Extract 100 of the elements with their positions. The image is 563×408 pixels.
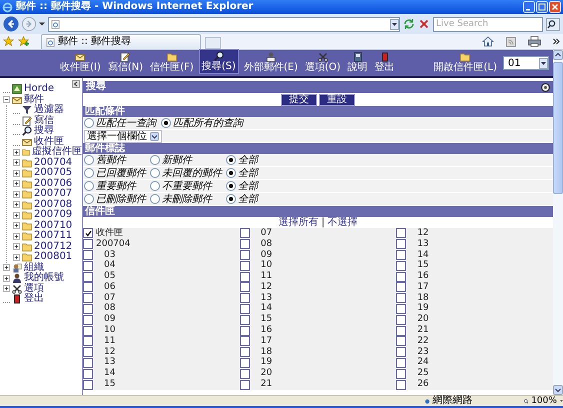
address-field[interactable] <box>48 16 400 32</box>
checkbox[interactable] <box>240 239 250 250</box>
radio-button[interactable] <box>226 194 236 204</box>
checkbox[interactable] <box>83 368 93 379</box>
checkbox[interactable] <box>83 272 93 282</box>
checkbox[interactable] <box>396 260 406 271</box>
checkbox[interactable] <box>83 336 93 346</box>
sidebar-item[interactable]: 200707 <box>34 189 72 200</box>
checkbox[interactable] <box>240 336 250 346</box>
nav-item[interactable]: 信件匣(F) <box>148 51 196 74</box>
radio-button[interactable] <box>150 168 160 178</box>
sidebar-item[interactable]: 200706 <box>34 178 72 189</box>
checkbox[interactable] <box>83 239 93 250</box>
checkbox[interactable] <box>240 293 250 304</box>
checkbox[interactable] <box>240 380 250 390</box>
checkbox[interactable] <box>396 239 406 250</box>
checkbox[interactable] <box>240 347 250 358</box>
add-favorite-icon[interactable] <box>18 36 29 47</box>
checkbox[interactable] <box>83 326 93 336</box>
sidebar-item[interactable]: 200712 <box>34 242 72 252</box>
chevron-icon[interactable] <box>553 38 560 45</box>
radio-button[interactable] <box>161 118 171 128</box>
checkbox[interactable] <box>396 282 406 292</box>
checkbox[interactable] <box>396 380 406 390</box>
collapse-icon[interactable] <box>72 80 80 88</box>
minimize-button[interactable] <box>523 1 535 13</box>
checkbox[interactable] <box>240 326 250 336</box>
nav-item[interactable]: 寫信(N) <box>106 51 146 74</box>
radio-button[interactable] <box>150 155 160 165</box>
tree-toggle[interactable] <box>13 232 20 240</box>
tree-toggle[interactable] <box>3 274 10 282</box>
radio-button[interactable] <box>150 194 160 204</box>
select-all-link[interactable]: 選擇所有 <box>278 217 318 228</box>
dropdown-button[interactable] <box>390 18 399 30</box>
checkbox[interactable] <box>396 336 406 346</box>
browser-tab[interactable]: 郵件 :: 郵件搜尋 <box>41 34 201 49</box>
radio-button[interactable] <box>84 118 94 128</box>
checkbox[interactable] <box>83 358 93 368</box>
scroll-up-icon[interactable] <box>553 50 563 60</box>
checkbox[interactable] <box>396 228 406 238</box>
sidebar-item[interactable]: 200704 <box>34 158 72 168</box>
checkbox[interactable] <box>240 314 250 325</box>
sidebar-item[interactable]: 選項 <box>24 284 44 294</box>
search-field[interactable]: Live Search <box>433 16 543 32</box>
nav-item[interactable]: 說明 <box>346 51 370 74</box>
checkbox[interactable] <box>396 368 406 379</box>
scroll-thumb[interactable] <box>553 62 563 194</box>
checkbox[interactable] <box>396 347 406 358</box>
radio-button[interactable] <box>84 194 94 204</box>
nav-item[interactable]: 收件匣(I) <box>58 51 103 74</box>
sidebar-item[interactable]: 收件匣 <box>34 136 64 147</box>
maximize-button[interactable] <box>536 1 548 13</box>
tree-toggle[interactable] <box>13 212 20 219</box>
tree-toggle[interactable] <box>3 96 10 104</box>
star-icon[interactable] <box>3 36 14 47</box>
checkbox[interactable] <box>240 250 250 260</box>
sidebar-item[interactable]: Horde <box>24 84 54 94</box>
tree-toggle[interactable] <box>13 148 20 156</box>
radio-button[interactable] <box>226 168 236 178</box>
tree-toggle[interactable] <box>13 222 20 230</box>
stop-button[interactable] <box>418 18 430 30</box>
sidebar-item[interactable]: 200710 <box>34 220 72 231</box>
help-icon[interactable] <box>541 82 550 92</box>
checkbox[interactable] <box>396 272 406 282</box>
checkbox[interactable] <box>240 304 250 314</box>
sidebar-item[interactable]: 組織 <box>24 262 44 273</box>
sidebar-item[interactable]: 200705 <box>34 168 72 178</box>
zoom-level[interactable]: 100% <box>531 396 557 406</box>
tree-toggle[interactable] <box>13 159 20 166</box>
radio-button[interactable] <box>84 181 94 191</box>
checkbox[interactable] <box>240 368 250 379</box>
radio-button[interactable] <box>226 155 236 165</box>
zoom-icon[interactable] <box>524 396 528 406</box>
feeds-icon[interactable] <box>506 36 516 46</box>
caret-icon[interactable] <box>39 21 45 27</box>
tree-toggle[interactable] <box>13 190 20 198</box>
checkbox[interactable] <box>83 314 93 325</box>
checkbox[interactable] <box>240 228 250 238</box>
tree-toggle[interactable] <box>3 285 10 292</box>
nav-item[interactable]: 登出 <box>372 51 397 74</box>
checkbox[interactable] <box>83 260 93 271</box>
close-button[interactable] <box>549 1 561 13</box>
radio-button[interactable] <box>84 168 94 178</box>
refresh-button[interactable] <box>403 18 415 30</box>
checkbox[interactable] <box>396 326 406 336</box>
tree-toggle[interactable] <box>13 180 20 188</box>
form-button[interactable]: 提交 <box>281 94 317 106</box>
checkbox[interactable] <box>240 272 250 282</box>
tree-toggle[interactable] <box>13 170 20 177</box>
home-icon[interactable] <box>482 36 494 47</box>
sidebar-item[interactable]: 200709 <box>34 210 72 220</box>
radio-button[interactable] <box>150 181 160 191</box>
checkbox[interactable] <box>83 282 93 292</box>
sidebar-item[interactable]: 寫信 <box>34 116 54 126</box>
checkbox[interactable] <box>396 250 406 260</box>
nav-item[interactable]: 搜尋(S) <box>198 49 239 74</box>
sidebar-item[interactable]: 200708 <box>34 200 72 210</box>
checkbox[interactable] <box>240 282 250 292</box>
sidebar-item[interactable]: 過濾器 <box>34 105 64 116</box>
nav-item[interactable]: 外部郵件(E) <box>242 51 300 74</box>
